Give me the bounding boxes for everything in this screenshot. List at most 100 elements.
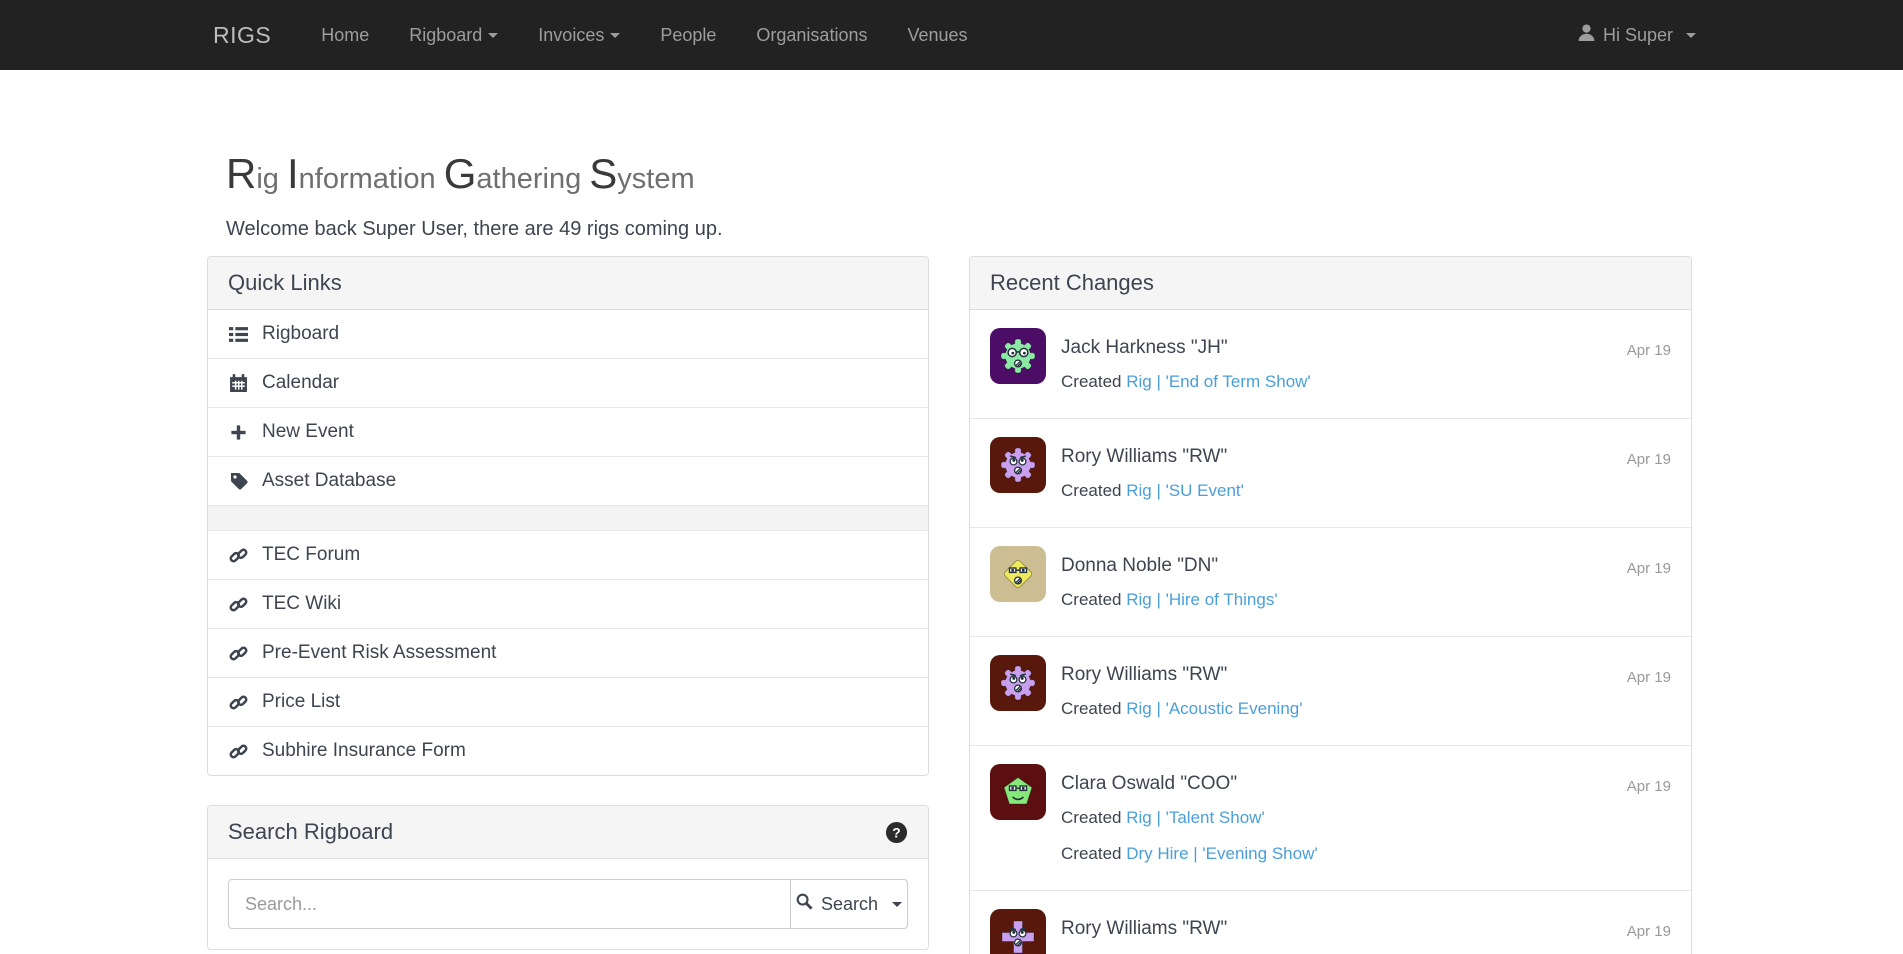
help-icon[interactable]: ? [885,821,908,844]
action-prefix: Created [1061,808,1121,827]
search-button-label: Search [821,894,878,915]
user-menu[interactable]: Hi Super [1577,23,1696,47]
quick-link-label: Pre-Event Risk Assessment [262,642,496,664]
entry-name: Donna Noble "DN" [1061,555,1671,577]
action-prefix: Created [1061,699,1121,718]
nav-item-people[interactable]: People [640,0,736,70]
quick-link-label: Calendar [262,372,339,394]
recent-change-row: Clara Oswald "COO" Created Rig | 'Talent… [970,745,1691,890]
link-icon [228,595,249,614]
entry-date: Apr 19 [1627,560,1671,577]
page-title: Rig Information Gathering System [207,70,1696,198]
recent-change-row: Rory Williams "RW" Created Rig | 'SU Eve… [970,418,1691,527]
action-link[interactable]: Rig | 'End of Term Show' [1126,372,1310,391]
recent-changes-list: Jack Harkness "JH" Created Rig | 'End of… [970,310,1691,954]
svg-text:?: ? [892,824,900,840]
quick-link-new-event[interactable]: New Event [208,407,928,456]
title-rest: nformation [299,163,436,195]
quick-link-label: Asset Database [262,470,396,492]
entry-date: Apr 19 [1627,778,1671,795]
nav-item-rigboard[interactable]: Rigboard [389,0,518,70]
nav-item-organisations[interactable]: Organisations [736,0,887,70]
quick-link-pre-event-risk-assessment[interactable]: Pre-Event Risk Assessment [208,628,928,677]
nav-item-venues[interactable]: Venues [887,0,987,70]
nav-item-invoices[interactable]: Invoices [518,0,640,70]
entry-name: Jack Harkness "JH" [1061,337,1671,359]
quick-link-price-list[interactable]: Price List [208,677,928,726]
quick-links-title: Quick Links [208,257,928,310]
recent-changes-title: Recent Changes [970,257,1691,310]
quick-link-tec-forum[interactable]: TEC Forum [208,530,928,579]
navbar: RIGS HomeRigboardInvoicesPeopleOrganisat… [0,0,1903,70]
entry-action: Created Rig | 'Talent Show' [1061,808,1671,828]
caret-down-icon [610,33,620,38]
search-icon [796,893,813,915]
quick-links-panel: Quick Links Rigboard Calendar New Event … [207,256,929,776]
quick-link-rigboard[interactable]: Rigboard [208,310,928,358]
welcome-message: Welcome back Super User, there are 49 ri… [226,218,1696,241]
quick-link-asset-database[interactable]: Asset Database [208,456,928,505]
search-input-group: Search [228,879,908,929]
quick-link-label: Rigboard [262,323,339,345]
entry-date: Apr 19 [1627,451,1671,468]
search-panel-title: Search Rigboard [228,819,393,845]
recent-change-row: Jack Harkness "JH" Created Rig | 'End of… [970,310,1691,418]
quick-link-subhire-insurance-form[interactable]: Subhire Insurance Form [208,726,928,775]
user-avatar[interactable] [990,328,1046,384]
link-icon [228,546,249,565]
user-icon [1577,23,1596,47]
link-icon [228,693,249,712]
title-initial: I [287,150,299,197]
quick-link-label: TEC Wiki [262,593,341,615]
quick-link-label: TEC Forum [262,544,360,566]
title-initial: R [226,150,256,197]
entry-date: Apr 19 [1627,342,1671,359]
user-avatar[interactable] [990,437,1046,493]
entry-name: Rory Williams "RW" [1061,446,1671,468]
quick-link-label: Price List [262,691,340,713]
entry-date: Apr 19 [1627,923,1671,940]
nav-items: HomeRigboardInvoicesPeopleOrganisationsV… [301,0,987,70]
search-input[interactable] [228,879,791,929]
user-avatar[interactable] [990,909,1046,954]
action-prefix: Created [1061,481,1121,500]
title-rest: ig [256,163,279,195]
entry-action: Created Rig | 'Acoustic Evening' [1061,699,1671,719]
entry-action: Created Dry Hire | 'Evening Show' [1061,844,1671,864]
action-prefix: Created [1061,372,1121,391]
nav-item-home[interactable]: Home [301,0,389,70]
action-link[interactable]: Rig | 'SU Event' [1126,481,1244,500]
quick-link-label: New Event [262,421,354,443]
action-link[interactable]: Rig | 'Talent Show' [1126,808,1264,827]
caret-down-icon [488,33,498,38]
title-rest: athering [476,163,581,195]
action-link[interactable]: Rig | 'Hire of Things' [1126,590,1277,609]
entry-action: Created Rig | 'End of Term Show' [1061,372,1671,392]
title-rest: ystem [617,163,694,195]
link-icon [228,644,249,663]
title-initial: G [444,150,477,197]
action-link[interactable]: Dry Hire | 'Evening Show' [1126,844,1317,863]
caret-down-icon [1686,33,1696,38]
user-menu-label: Hi Super [1603,25,1673,46]
user-avatar[interactable] [990,655,1046,711]
caret-down-icon [892,902,902,907]
calendar-icon [228,374,249,393]
user-avatar[interactable] [990,546,1046,602]
entry-name: Clara Oswald "COO" [1061,773,1671,795]
recent-changes-panel: Recent Changes Jack Harkness "JH" Create… [969,256,1692,954]
quick-link-tec-wiki[interactable]: TEC Wiki [208,579,928,628]
quick-link-calendar[interactable]: Calendar [208,358,928,407]
action-prefix: Created [1061,590,1121,609]
search-button[interactable]: Search [790,879,908,929]
brand-logo[interactable]: RIGS [207,22,277,49]
user-avatar[interactable] [990,764,1046,820]
title-initial: S [589,150,617,197]
recent-change-row: Donna Noble "DN" Created Rig | 'Hire of … [970,527,1691,636]
entry-action: Created Rig | 'Hire of Things' [1061,590,1671,610]
recent-change-row: Rory Williams "RW" Created Rig | 'Acoust… [970,636,1691,745]
quick-link-label: Subhire Insurance Form [262,740,466,762]
action-link[interactable]: Rig | 'Acoustic Evening' [1126,699,1302,718]
entry-date: Apr 19 [1627,669,1671,686]
quick-links-list: Rigboard Calendar New Event Asset Databa… [208,310,928,775]
